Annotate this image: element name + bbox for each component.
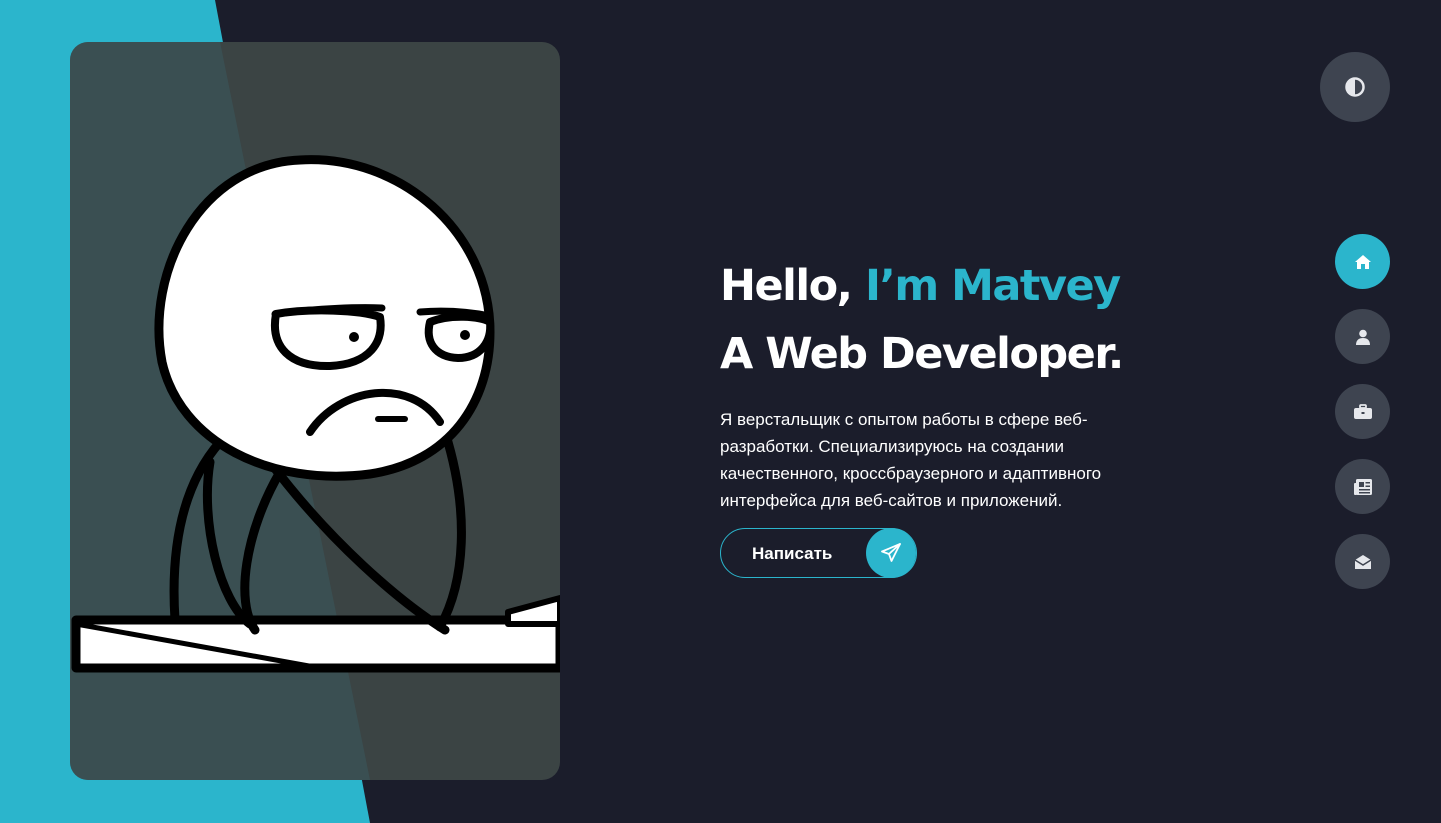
envelope-icon <box>1354 554 1371 569</box>
nav-item-blog[interactable] <box>1335 459 1390 514</box>
send-icon <box>866 528 916 578</box>
hero-heading: Hello, I’m Matvey A Web Developer. <box>720 252 1160 388</box>
write-button[interactable]: Написать <box>720 528 917 578</box>
write-button-label: Написать <box>752 544 833 563</box>
home-icon <box>1354 254 1371 269</box>
nav-item-portfolio[interactable] <box>1335 384 1390 439</box>
nav-item-home[interactable] <box>1335 234 1390 289</box>
hero-greeting: Hello, <box>720 261 865 311</box>
nav-item-contact[interactable] <box>1335 534 1390 589</box>
page: Hello, I’m Matvey A Web Developer. Я вер… <box>0 0 1441 823</box>
theme-toggle-button[interactable] <box>1320 52 1390 122</box>
hero-title: A Web Developer. <box>720 329 1124 379</box>
hero-name: I’m Matvey <box>864 261 1121 311</box>
contrast-icon <box>1345 77 1365 97</box>
hero-description: Я верстальщик с опытом работы в сфере ве… <box>720 410 1102 510</box>
hero-section: Hello, I’m Matvey A Web Developer. Я вер… <box>720 252 1160 514</box>
newspaper-icon <box>1353 478 1372 495</box>
briefcase-icon <box>1353 403 1372 419</box>
side-nav <box>1335 234 1390 609</box>
user-icon <box>1355 329 1370 345</box>
nav-item-about[interactable] <box>1335 309 1390 364</box>
profile-image <box>70 42 560 780</box>
